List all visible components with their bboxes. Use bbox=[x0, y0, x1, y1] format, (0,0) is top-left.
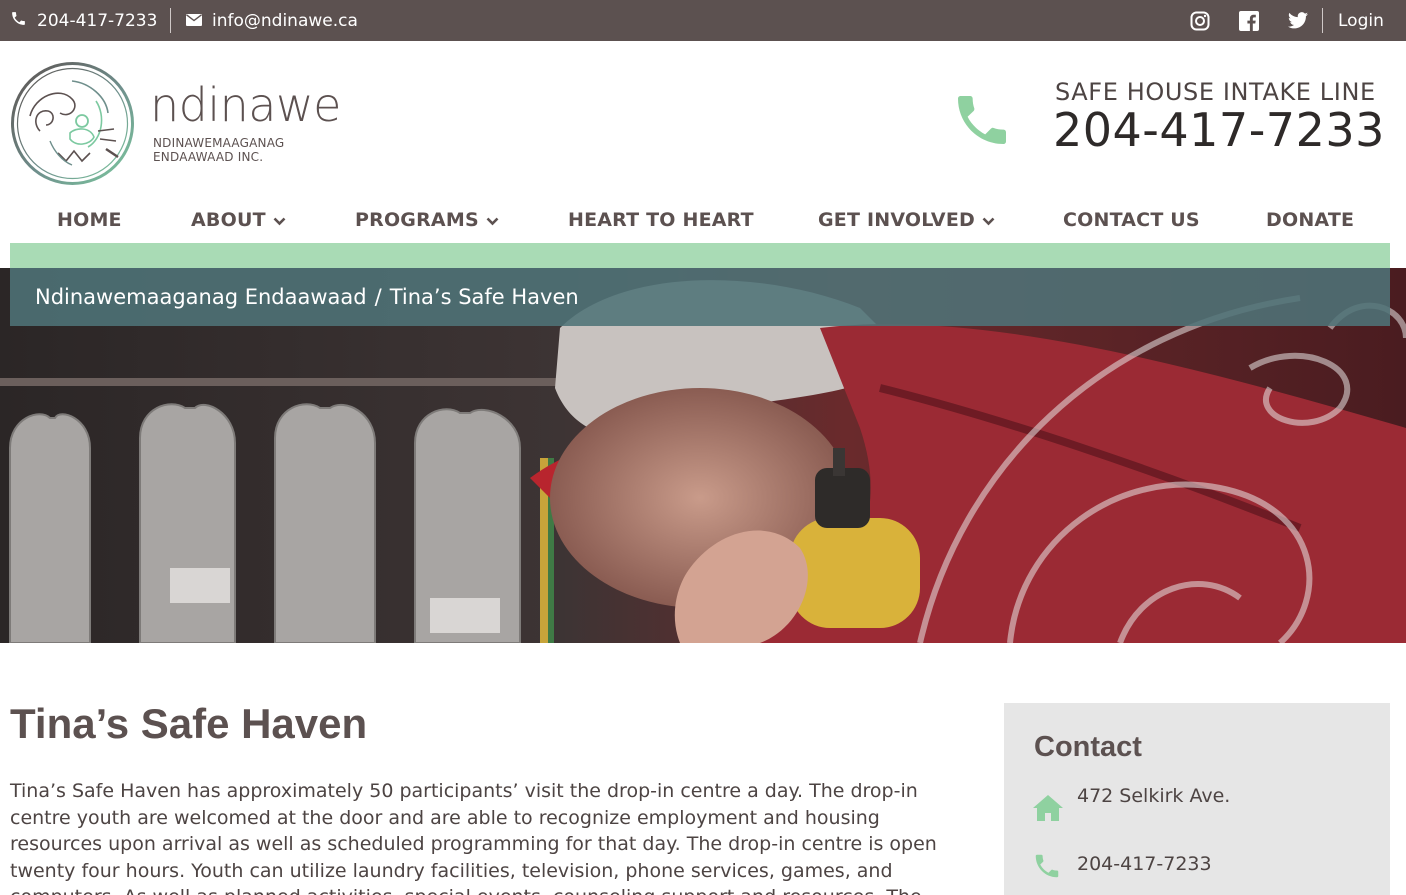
brand-subtitle: NDINAWEMAAGANAG ENDAAWAAD INC. bbox=[153, 136, 284, 164]
login-link[interactable]: Login bbox=[1338, 0, 1384, 41]
topbar-email-link[interactable]: info@ndinawe.ca bbox=[186, 0, 358, 41]
intake-line-label: SAFE HOUSE INTAKE LINE bbox=[1055, 78, 1376, 106]
chevron-down-icon bbox=[486, 209, 499, 231]
nav-item-label: CONTACT US bbox=[1063, 209, 1200, 231]
brand-name[interactable]: ndinawe bbox=[150, 78, 341, 132]
topbar-email-text: info@ndinawe.ca bbox=[212, 10, 358, 31]
body-text-line: Tina’s Safe Haven has approximately 50 p… bbox=[10, 780, 918, 802]
nav-item-donate[interactable]: DONATE bbox=[1266, 198, 1354, 242]
brand-subtitle-line: ENDAAWAAD INC. bbox=[153, 150, 264, 164]
body-text-line: resources upon arrival as well as schedu… bbox=[10, 833, 937, 855]
nav-item-about[interactable]: ABOUT bbox=[191, 198, 286, 242]
breadcrumb-separator: / bbox=[374, 285, 382, 309]
nav-item-heart-to-heart[interactable]: HEART TO HEART bbox=[568, 198, 754, 242]
phone-icon bbox=[950, 88, 1014, 152]
body-text-line: centre youth are welcomed at the door an… bbox=[10, 806, 880, 829]
topbar-phone-link[interactable]: 204-417-7233 bbox=[10, 0, 157, 41]
nav-item-label: DONATE bbox=[1266, 209, 1355, 231]
body-paragraph: Tina’s Safe Haven has approximately 50 p… bbox=[10, 778, 970, 895]
home-icon bbox=[1032, 785, 1077, 821]
chevron-down-icon bbox=[273, 209, 286, 231]
contact-address-text: 472 Selkirk Ave. bbox=[1077, 785, 1231, 807]
facebook-icon[interactable] bbox=[1237, 0, 1261, 41]
instagram-icon[interactable] bbox=[1188, 0, 1212, 41]
body-text-line: computers. As well as planned activities… bbox=[10, 884, 970, 895]
nav-item-get-involved[interactable]: GET INVOLVED bbox=[818, 198, 995, 242]
brand-subtitle-line: NDINAWEMAAGANAG bbox=[153, 136, 285, 150]
phone-icon bbox=[10, 10, 27, 32]
nav-item-label: HOME bbox=[57, 209, 122, 231]
breadcrumb: Ndinawemaaganag Endaawaad / Tina’s Safe … bbox=[10, 268, 1390, 326]
intake-line-number[interactable]: 204-417-7233 bbox=[1053, 103, 1385, 157]
nav-item-contact-us[interactable]: CONTACT US bbox=[1063, 198, 1200, 242]
body-text-line: twenty four hours. Youth can utilize lau… bbox=[10, 859, 893, 882]
nav-accent-bar bbox=[10, 243, 1390, 268]
contact-phone[interactable]: 204-417-7233 bbox=[1032, 853, 1212, 887]
topbar-phone-text: 204-417-7233 bbox=[37, 10, 158, 31]
nav-item-label: ABOUT bbox=[191, 209, 266, 231]
nav-item-programs[interactable]: PROGRAMS bbox=[355, 198, 499, 242]
logo-emblem[interactable] bbox=[10, 61, 135, 186]
nav-item-label: HEART TO HEART bbox=[568, 209, 754, 231]
topbar-divider bbox=[1322, 8, 1323, 33]
twitter-icon[interactable] bbox=[1286, 0, 1310, 41]
main-nav: HOME ABOUT PROGRAMS HEART TO HEART GET I… bbox=[10, 198, 1390, 242]
sidebar-title: Contact bbox=[1034, 731, 1142, 763]
contact-sidebar: Contact 472 Selkirk Ave. 204-417-7233 bbox=[1004, 703, 1390, 895]
mail-icon bbox=[186, 11, 202, 31]
chevron-down-icon bbox=[982, 209, 995, 231]
contact-phone-text: 204-417-7233 bbox=[1077, 853, 1212, 875]
breadcrumb-parent-link[interactable]: Ndinawemaaganag Endaawaad bbox=[35, 285, 367, 309]
nav-item-home[interactable]: HOME bbox=[57, 198, 122, 242]
contact-address: 472 Selkirk Ave. bbox=[1032, 785, 1231, 821]
topbar-divider bbox=[170, 8, 171, 33]
page-title: Tina’s Safe Haven bbox=[10, 700, 368, 747]
nav-item-label: PROGRAMS bbox=[355, 209, 479, 231]
phone-icon bbox=[1032, 853, 1077, 887]
nav-item-label: GET INVOLVED bbox=[818, 209, 975, 231]
breadcrumb-current: Tina’s Safe Haven bbox=[389, 285, 579, 309]
top-bar: 204-417-7233 info@ndinawe.ca Login bbox=[0, 0, 1406, 41]
